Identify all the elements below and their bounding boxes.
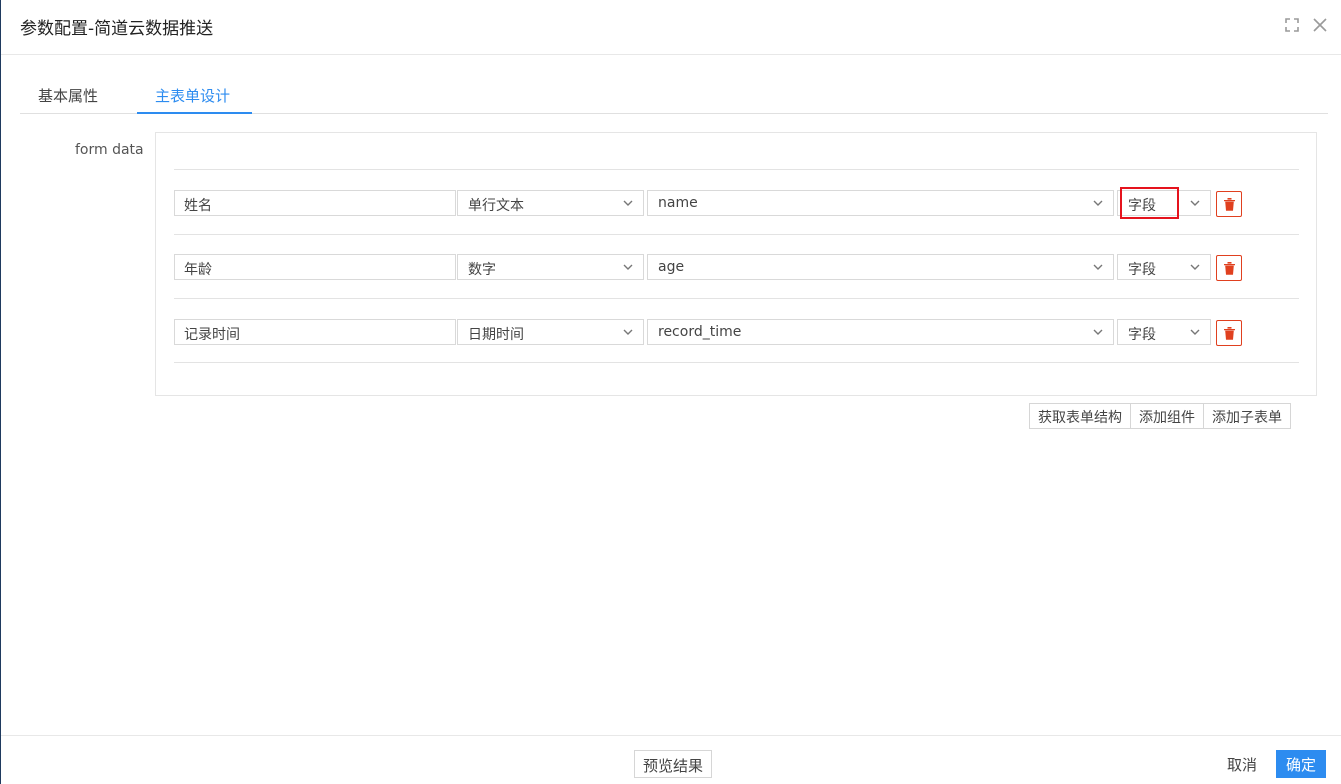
trash-icon bbox=[1224, 262, 1235, 275]
delete-row-button[interactable] bbox=[1216, 255, 1242, 281]
field-name-input[interactable]: 姓名 bbox=[174, 190, 456, 216]
value-kind-select[interactable]: 字段 bbox=[1117, 187, 1211, 219]
field-type-value: 数字 bbox=[468, 262, 496, 278]
chevron-down-icon bbox=[623, 199, 633, 207]
confirm-button[interactable]: 确定 bbox=[1276, 750, 1326, 778]
table-row: 姓名 单行文本 name 字段 bbox=[174, 187, 1299, 219]
add-subform-button[interactable]: 添加子表单 bbox=[1203, 403, 1291, 429]
divider bbox=[174, 234, 1299, 235]
active-tab-indicator bbox=[137, 112, 252, 114]
field-type-value: 单行文本 bbox=[468, 198, 524, 214]
field-type-select[interactable]: 日期时间 bbox=[457, 319, 644, 345]
chevron-down-icon bbox=[1093, 199, 1103, 207]
field-type-value: 日期时间 bbox=[468, 327, 524, 343]
chevron-down-icon bbox=[623, 328, 633, 336]
field-key-select[interactable]: record_time bbox=[647, 319, 1114, 345]
value-kind-select[interactable]: 字段 bbox=[1117, 254, 1211, 280]
chevron-down-icon bbox=[1190, 328, 1200, 336]
add-component-button[interactable]: 添加组件 bbox=[1130, 403, 1204, 429]
trash-icon bbox=[1224, 327, 1235, 340]
chevron-down-icon bbox=[1190, 199, 1200, 207]
dialog-header: 参数配置-简道云数据推送 bbox=[1, 0, 1341, 55]
chevron-down-icon bbox=[1093, 263, 1103, 271]
field-name-input[interactable]: 年龄 bbox=[174, 254, 456, 280]
divider bbox=[174, 169, 1299, 170]
field-name-input[interactable]: 记录时间 bbox=[174, 319, 456, 345]
field-type-select[interactable]: 单行文本 bbox=[457, 190, 644, 216]
delete-row-button[interactable] bbox=[1216, 191, 1242, 217]
value-kind-value: 字段 bbox=[1128, 327, 1156, 343]
dialog-title: 参数配置-简道云数据推送 bbox=[20, 19, 214, 39]
table-row: 记录时间 日期时间 record_time 字段 bbox=[174, 319, 1299, 347]
dialog: 参数配置-简道云数据推送 基本属性 主表单设计 form data 姓名 单行文… bbox=[0, 0, 1341, 784]
field-key-select[interactable]: name bbox=[647, 190, 1114, 216]
cancel-button[interactable]: 取消 bbox=[1227, 754, 1257, 775]
chevron-down-icon bbox=[1190, 263, 1200, 271]
tab-bar: 基本属性 主表单设计 bbox=[20, 76, 1328, 114]
field-key-select[interactable]: age bbox=[647, 254, 1114, 280]
chevron-down-icon bbox=[623, 263, 633, 271]
tab-main-form-design[interactable]: 主表单设计 bbox=[155, 85, 230, 106]
chevron-down-icon bbox=[1093, 328, 1103, 336]
field-key-value: age bbox=[658, 259, 685, 275]
divider bbox=[174, 362, 1299, 363]
table-row: 年龄 数字 age 字段 bbox=[174, 254, 1299, 282]
trash-icon bbox=[1224, 198, 1235, 211]
dialog-footer: 预览结果 取消 确定 bbox=[1, 735, 1341, 784]
fetch-form-structure-button[interactable]: 获取表单结构 bbox=[1029, 403, 1131, 429]
preview-result-button[interactable]: 预览结果 bbox=[634, 750, 713, 778]
form-actions: 获取表单结构 添加组件 添加子表单 bbox=[1029, 403, 1291, 429]
value-kind-value: 字段 bbox=[1128, 262, 1156, 278]
fullscreen-icon[interactable] bbox=[1283, 16, 1301, 34]
form-data-label: form data bbox=[75, 142, 144, 158]
value-kind-value: 字段 bbox=[1128, 198, 1156, 214]
form-data-panel: 姓名 单行文本 name 字段 年龄 数字 age 字段 记录时间 日期时间 r… bbox=[155, 132, 1317, 396]
field-key-value: name bbox=[658, 195, 698, 211]
field-type-select[interactable]: 数字 bbox=[457, 254, 644, 280]
close-icon[interactable] bbox=[1311, 16, 1329, 34]
tab-basic-properties[interactable]: 基本属性 bbox=[38, 85, 98, 106]
delete-row-button[interactable] bbox=[1216, 320, 1242, 346]
field-key-value: record_time bbox=[658, 324, 742, 340]
divider bbox=[174, 298, 1299, 299]
value-kind-select[interactable]: 字段 bbox=[1117, 319, 1211, 345]
